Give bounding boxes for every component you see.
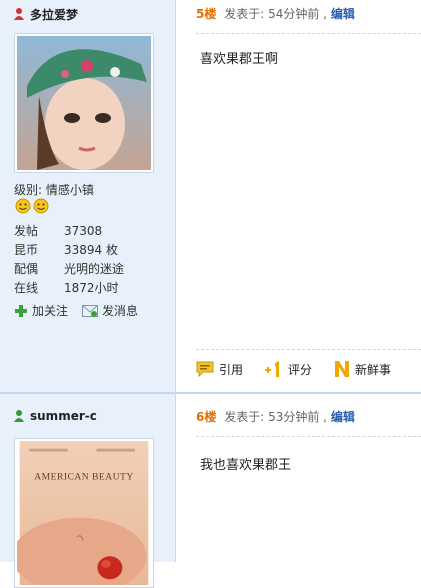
stat-key: 发帖	[14, 224, 39, 238]
author-actions: 加关注 发消息	[14, 302, 138, 319]
message-button[interactable]: 发消息	[82, 302, 138, 319]
envelope-icon	[82, 304, 99, 317]
stat-online: 在线 1872小时	[14, 279, 124, 298]
smiley-icon	[33, 198, 49, 214]
edit-link[interactable]: 编辑	[331, 7, 355, 21]
stat-spouse: 配偶 光明的迷途	[14, 260, 124, 279]
message-label: 发消息	[102, 304, 139, 318]
edit-link[interactable]: 编辑	[331, 410, 355, 424]
user-level: 级别: 情感小镇	[14, 181, 94, 198]
stat-posts: 发帖 37308	[14, 222, 124, 241]
post-toolbar: 引用 评分 新鲜事	[196, 360, 391, 378]
floor-number[interactable]: 6楼	[196, 410, 216, 424]
author-name[interactable]: 多拉爱梦	[30, 6, 78, 23]
stat-value[interactable]: 光明的迷途	[64, 260, 124, 279]
quote-icon	[196, 361, 214, 377]
post-content: 我也喜欢果郡王	[200, 458, 292, 473]
meta-separator: ,	[323, 7, 327, 21]
avatar[interactable]	[14, 33, 154, 173]
post-meta: 6楼 发表于: 53分钟前 , 编辑	[196, 408, 355, 425]
stat-coins: 昆币 33894 枚	[14, 241, 124, 260]
meta-separator: ,	[323, 410, 327, 424]
post-body: 6楼 发表于: 53分钟前 , 编辑 我也喜欢果郡王	[176, 394, 421, 562]
stat-key: 配偶	[14, 262, 39, 276]
level-badges	[15, 198, 49, 214]
level-value: 情感小镇	[45, 183, 94, 197]
post-5: 多拉爱梦 级别: 情感小镇 发帖 37308 昆币 33894 枚 配偶 光明的…	[0, 0, 421, 392]
rate-icon	[265, 361, 280, 377]
stat-key: 在线	[14, 281, 39, 295]
author-line: summer-c	[12, 408, 97, 424]
post-body: 5楼 发表于: 54分钟前 , 编辑 喜欢果郡王啊 引用 评分 新鲜事	[176, 0, 421, 392]
author-line: 多拉爱梦	[12, 6, 78, 22]
posted-prefix: 发表于:	[224, 7, 265, 21]
follow-button[interactable]: 加关注	[14, 302, 68, 319]
posted-prefix: 发表于:	[224, 410, 265, 424]
post-author-sidebar: summer-c AMERICAN BEAUTY	[0, 394, 176, 588]
level-label: 级别:	[14, 183, 43, 197]
news-label: 新鲜事	[355, 362, 392, 377]
news-icon	[335, 361, 350, 377]
stat-key: 昆币	[14, 243, 39, 257]
stat-value: 33894 枚	[64, 243, 118, 257]
post-time: 53分钟前	[268, 410, 320, 424]
quote-label: 引用	[219, 362, 244, 377]
divider	[196, 33, 421, 34]
user-male-icon	[14, 410, 24, 422]
avatar-text: AMERICAN BEAUTY	[34, 471, 134, 482]
divider	[196, 436, 421, 437]
plus-icon	[15, 304, 27, 317]
post-time: 54分钟前	[268, 7, 320, 21]
divider	[196, 349, 421, 350]
news-button[interactable]: 新鲜事	[334, 360, 391, 378]
floor-number[interactable]: 5楼	[196, 7, 216, 21]
avatar-image	[17, 36, 151, 170]
rate-button[interactable]: 评分	[265, 360, 312, 378]
user-female-icon	[14, 8, 24, 20]
quote-button[interactable]: 引用	[196, 361, 243, 378]
avatar-image: AMERICAN BEAUTY	[17, 441, 149, 585]
stat-value: 37308	[64, 224, 103, 238]
user-stats: 发帖 37308 昆币 33894 枚 配偶 光明的迷途 在线 1872小时	[14, 222, 124, 298]
post-6: summer-c AMERICAN BEAUTY 6楼 发表于: 53分钟前 ,…	[0, 392, 421, 588]
rate-label: 评分	[288, 362, 313, 377]
avatar[interactable]: AMERICAN BEAUTY	[14, 438, 154, 588]
author-name[interactable]: summer-c	[30, 409, 97, 423]
follow-label: 加关注	[32, 304, 69, 318]
post-content: 喜欢果郡王啊	[200, 52, 279, 67]
stat-value: 1872小时	[64, 281, 119, 295]
post-author-sidebar: 多拉爱梦 级别: 情感小镇 发帖 37308 昆币 33894 枚 配偶 光明的…	[0, 0, 176, 392]
smiley-icon	[15, 198, 31, 214]
post-meta: 5楼 发表于: 54分钟前 , 编辑	[196, 5, 355, 22]
